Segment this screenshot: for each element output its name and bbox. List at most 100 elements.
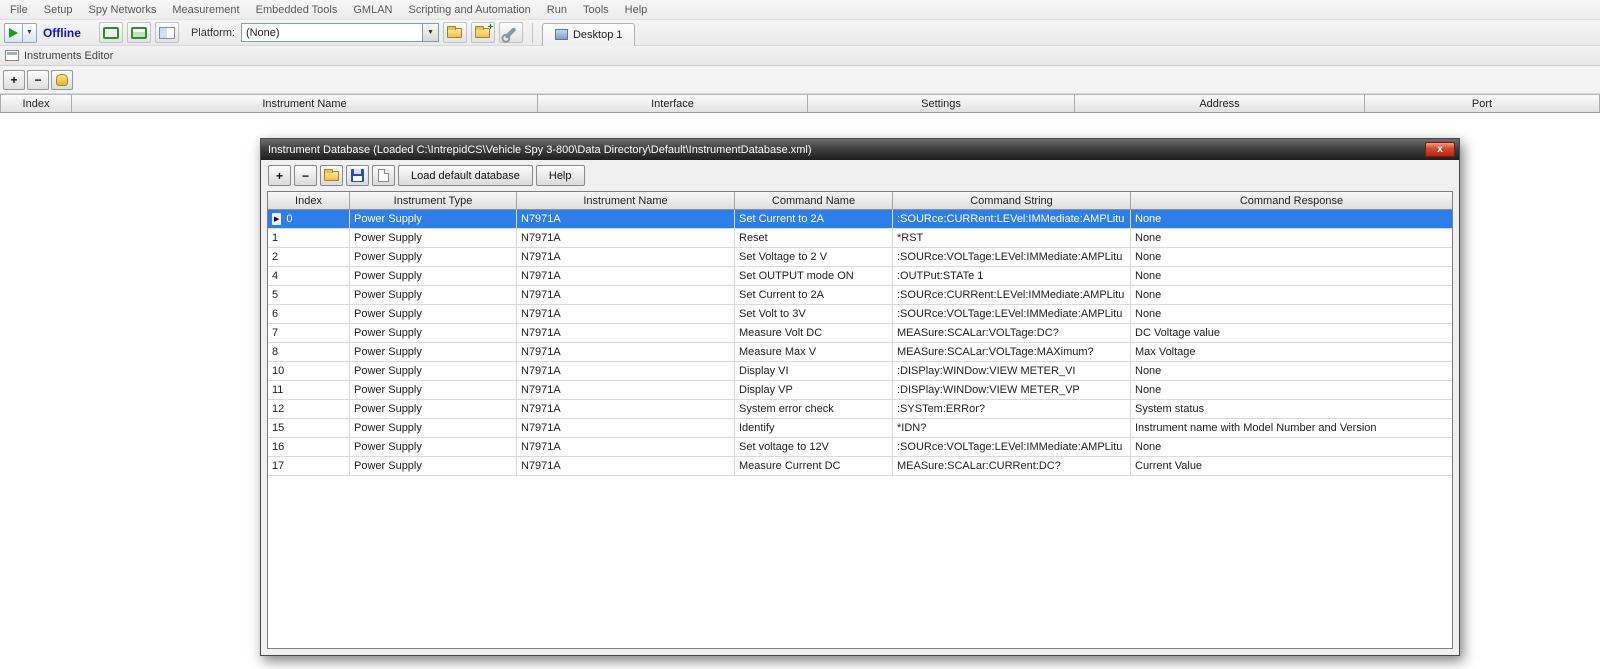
add-setup-button[interactable]: [471, 22, 495, 43]
cell-instrument-type: Power Supply: [350, 210, 517, 228]
platform-value: (None): [246, 27, 280, 39]
cell-instrument-name: N7971A: [517, 381, 735, 399]
cell-command-string: MEASure:SCALar:VOLTage:DC?: [893, 324, 1131, 342]
menu-item[interactable]: Run: [539, 1, 575, 19]
monitor-icon: [103, 27, 119, 39]
table-row[interactable]: 1 Power Supply N7971A Reset *RST None: [268, 229, 1452, 248]
open-folder-icon: [324, 171, 339, 181]
instruments-editor-bar: Instruments Editor: [0, 46, 1600, 66]
cell-command-string: MEASure:SCALar:VOLTage:MAXimum?: [893, 343, 1131, 361]
new-database-button[interactable]: [372, 165, 395, 186]
open-setup-button[interactable]: [443, 22, 467, 43]
open-database-button[interactable]: [320, 165, 343, 186]
platform-dropdown[interactable]: (None) ▼: [241, 23, 439, 42]
command-grid: IndexInstrument TypeInstrument NameComma…: [267, 191, 1453, 649]
split-view-button[interactable]: [155, 22, 179, 43]
column-header[interactable]: Instrument Type: [350, 192, 517, 209]
column-header[interactable]: Address: [1075, 95, 1365, 112]
column-header[interactable]: Interface: [538, 95, 808, 112]
column-header[interactable]: Command Response: [1131, 192, 1452, 209]
cell-command-name: Measure Max V: [735, 343, 893, 361]
cell-instrument-name: N7971A: [517, 400, 735, 418]
close-button[interactable]: x: [1425, 142, 1455, 157]
cell-instrument-name: N7971A: [517, 438, 735, 456]
dialog-titlebar[interactable]: Instrument Database (Loaded C:\IntrepidC…: [261, 139, 1459, 160]
table-row[interactable]: 8 Power Supply N7971A Measure Max V MEAS…: [268, 343, 1452, 362]
cell-instrument-name: N7971A: [517, 267, 735, 285]
remove-command-button[interactable]: −: [294, 165, 317, 186]
table-row[interactable]: 17 Power Supply N7971A Measure Current D…: [268, 457, 1452, 476]
run-button[interactable]: ▼: [4, 23, 37, 43]
cell-command-string: *RST: [893, 229, 1131, 247]
cell-command-string: :SOURce:VOLTage:LEVel:IMMediate:AMPLitu: [893, 248, 1131, 266]
play-icon: [9, 28, 18, 38]
cell-instrument-name: N7971A: [517, 362, 735, 380]
cell-instrument-type: Power Supply: [350, 419, 517, 437]
help-button[interactable]: Help: [536, 165, 585, 186]
cell-command-response: System status: [1131, 400, 1452, 418]
instruments-editor-icon: [5, 50, 19, 61]
desktop-icon: [555, 29, 568, 40]
add-instrument-button[interactable]: +: [3, 70, 25, 90]
column-header[interactable]: Instrument Name: [517, 192, 735, 209]
table-row[interactable]: 4 Power Supply N7971A Set OUTPUT mode ON…: [268, 267, 1452, 286]
menu-item[interactable]: Scripting and Automation: [400, 1, 538, 19]
column-header[interactable]: Settings: [808, 95, 1075, 112]
dropdown-arrow-icon[interactable]: ▼: [422, 24, 438, 41]
database-icon: [56, 74, 68, 86]
column-header[interactable]: Index: [0, 95, 72, 112]
load-default-database-button[interactable]: Load default database: [398, 165, 533, 186]
cell-command-name: Set Current to 2A: [735, 286, 893, 304]
cell-command-name: Identify: [735, 419, 893, 437]
chevron-down-icon[interactable]: ▼: [22, 24, 36, 42]
add-command-button[interactable]: +: [268, 165, 291, 186]
menu-item[interactable]: File: [2, 1, 36, 19]
table-row[interactable]: 6 Power Supply N7971A Set Volt to 3V :SO…: [268, 305, 1452, 324]
tab-label: Desktop 1: [573, 29, 623, 41]
table-row[interactable]: 7 Power Supply N7971A Measure Volt DC ME…: [268, 324, 1452, 343]
column-header[interactable]: Instrument Name: [72, 95, 538, 112]
menu-item[interactable]: Embedded Tools: [248, 1, 346, 19]
cell-command-name: Set Volt to 3V: [735, 305, 893, 323]
instrument-database-button[interactable]: [51, 70, 73, 90]
remove-instrument-button[interactable]: −: [27, 70, 49, 90]
column-header[interactable]: Command Name: [735, 192, 893, 209]
column-header[interactable]: Index: [268, 192, 350, 209]
folder-icon: [447, 28, 462, 38]
tab-desktop-1[interactable]: Desktop 1: [542, 23, 636, 46]
wrench-icon: [505, 26, 517, 38]
menu-item[interactable]: Help: [617, 1, 656, 19]
table-row[interactable]: 16 Power Supply N7971A Set voltage to 12…: [268, 438, 1452, 457]
column-header[interactable]: Command String: [893, 192, 1131, 209]
monitor-grid-icon: [131, 27, 147, 39]
cell-command-string: MEASure:SCALar:CURRent:DC?: [893, 457, 1131, 475]
table-row[interactable]: 0 Power Supply N7971A Set Current to 2A …: [268, 210, 1452, 229]
cell-command-name: Reset: [735, 229, 893, 247]
menu-item[interactable]: Tools: [575, 1, 617, 19]
cell-instrument-type: Power Supply: [350, 229, 517, 247]
menu-item[interactable]: Measurement: [164, 1, 247, 19]
table-row[interactable]: 2 Power Supply N7971A Set Voltage to 2 V…: [268, 248, 1452, 267]
table-row[interactable]: 10 Power Supply N7971A Display VI :DISPl…: [268, 362, 1452, 381]
messages-view-button[interactable]: [99, 22, 123, 43]
cell-instrument-type: Power Supply: [350, 343, 517, 361]
setup-tools-button[interactable]: [499, 22, 523, 43]
menu-item[interactable]: GMLAN: [345, 1, 400, 19]
cell-command-response: Instrument name with Model Number and Ve…: [1131, 419, 1452, 437]
column-header[interactable]: Port: [1365, 95, 1600, 112]
dialog-toolbar: + − Load default database Help: [261, 160, 1459, 191]
table-row[interactable]: 12 Power Supply N7971A System error chec…: [268, 400, 1452, 419]
table-row[interactable]: 5 Power Supply N7971A Set Current to 2A …: [268, 286, 1452, 305]
cell-instrument-type: Power Supply: [350, 267, 517, 285]
table-row[interactable]: 15 Power Supply N7971A Identify *IDN? In…: [268, 419, 1452, 438]
editor-title: Instruments Editor: [24, 50, 113, 62]
menu-item[interactable]: Spy Networks: [80, 1, 164, 19]
menu-item[interactable]: Setup: [36, 1, 81, 19]
platform-label: Platform:: [191, 27, 235, 39]
cell-command-name: Set Current to 2A: [735, 210, 893, 228]
cell-command-string: :OUTPut:STATe 1: [893, 267, 1131, 285]
table-row[interactable]: 11 Power Supply N7971A Display VP :DISPl…: [268, 381, 1452, 400]
cell-command-name: Set Voltage to 2 V: [735, 248, 893, 266]
save-database-button[interactable]: [346, 165, 369, 186]
graphical-panels-button[interactable]: [127, 22, 151, 43]
